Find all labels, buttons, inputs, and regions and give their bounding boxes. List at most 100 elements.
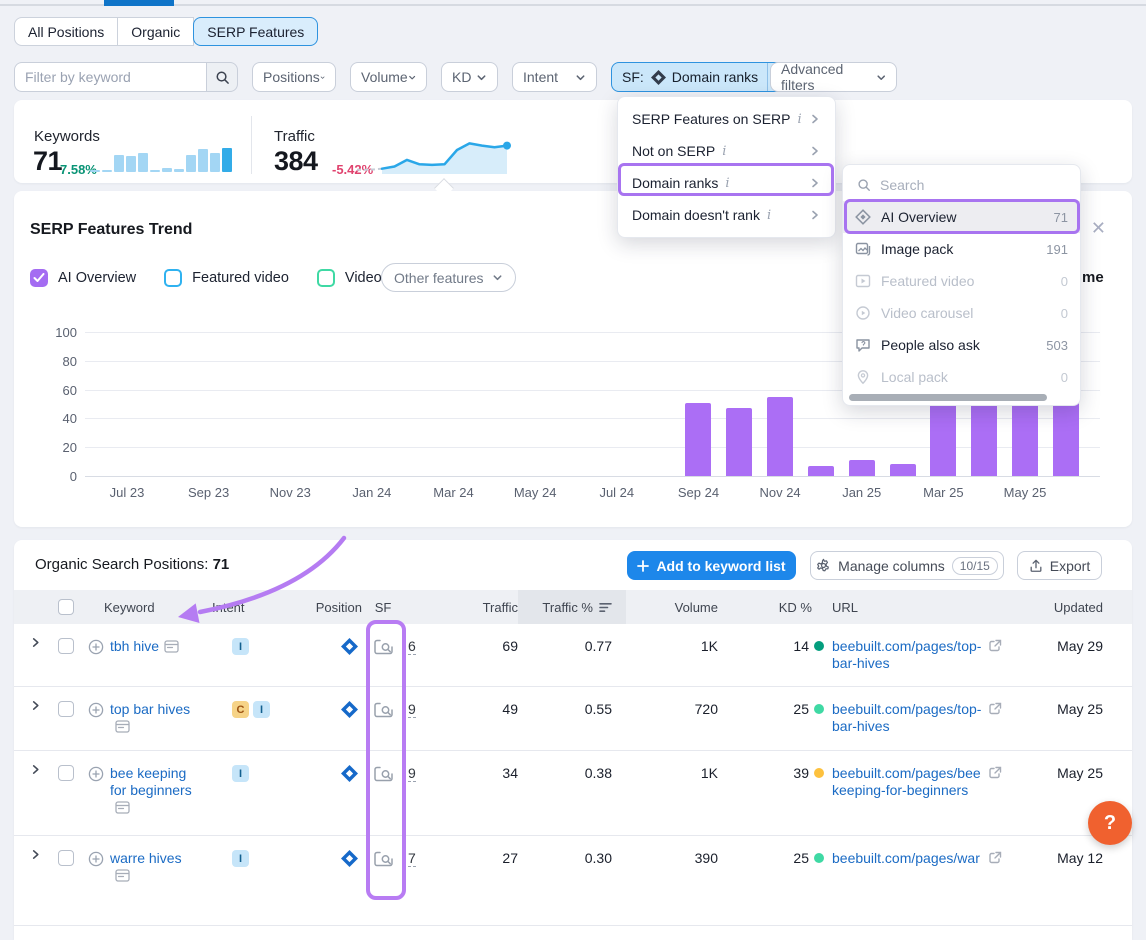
menu-item-domain-ranks[interactable]: Domain ranks i bbox=[618, 167, 835, 199]
external-link-icon bbox=[988, 766, 1002, 780]
position-value[interactable]: 9 bbox=[408, 765, 416, 782]
search-button[interactable] bbox=[206, 62, 238, 92]
keyword-link[interactable]: bee keeping for beginners bbox=[110, 765, 194, 818]
checkbox-featured-video[interactable] bbox=[164, 269, 182, 287]
row-checkbox[interactable] bbox=[58, 701, 74, 717]
other-features-dropdown[interactable]: Other features bbox=[381, 263, 516, 292]
position-value[interactable]: 9 bbox=[408, 701, 416, 718]
help-button[interactable]: ? bbox=[1088, 801, 1132, 845]
add-keyword-to-list-button[interactable] bbox=[88, 766, 104, 818]
checkbox-ai-overview[interactable] bbox=[30, 269, 48, 287]
add-keyword-to-list-button[interactable] bbox=[88, 639, 104, 658]
positions-filter-dropdown[interactable]: Positions bbox=[252, 62, 336, 92]
serp-snapshot-button[interactable] bbox=[362, 687, 404, 719]
kd-difficulty-dot bbox=[814, 641, 824, 651]
x-axis-tick: Jul 23 bbox=[92, 485, 162, 500]
tab-serp-features[interactable]: SERP Features bbox=[193, 17, 318, 46]
column-header-url[interactable]: URL bbox=[832, 590, 1022, 624]
url-link[interactable]: beebuilt.com/pages/top-bar-hives bbox=[832, 638, 981, 671]
export-button[interactable]: Export bbox=[1017, 551, 1102, 580]
intent-badge-i: I bbox=[232, 638, 249, 655]
url-link[interactable]: beebuilt.com/pages/war bbox=[832, 850, 980, 866]
trend-bar-jun-25 bbox=[1053, 400, 1079, 476]
open-url-button[interactable] bbox=[988, 851, 1002, 868]
intent-cell: I bbox=[212, 624, 282, 655]
intent-filter-dropdown[interactable]: Intent bbox=[512, 62, 597, 92]
checkbox-label: Featured video bbox=[192, 270, 289, 286]
advanced-filters-dropdown[interactable]: Advanced filters bbox=[770, 62, 897, 92]
y-axis-tick: 0 bbox=[37, 469, 77, 484]
column-header-intent[interactable]: Intent bbox=[212, 590, 282, 624]
row-checkbox[interactable] bbox=[58, 765, 74, 781]
sparkline-bar bbox=[222, 148, 232, 172]
column-header-traffic[interactable]: Traffic bbox=[432, 590, 518, 624]
submenu-item-ai-overview[interactable]: AI Overview71 bbox=[843, 201, 1080, 233]
row-checkbox[interactable] bbox=[58, 638, 74, 654]
keyword-link[interactable]: warre hives bbox=[110, 850, 194, 886]
kd-value: 14 bbox=[793, 638, 809, 654]
checkbox-video-carousel[interactable] bbox=[317, 269, 335, 287]
menu-item-domain-doesn-t-rank[interactable]: Domain doesn't rank i bbox=[618, 199, 835, 231]
clipped-text-fragment: me bbox=[1082, 269, 1104, 286]
submenu-search[interactable]: Search bbox=[843, 169, 1080, 201]
manage-columns-button[interactable]: Manage columns 10/15 bbox=[810, 551, 1004, 580]
table-row-warre-hives: warre hives I 7 27 0.30 390 25 beebuilt.… bbox=[14, 836, 1132, 926]
expand-row-button[interactable] bbox=[30, 687, 58, 711]
row-expand-icon bbox=[30, 764, 41, 775]
column-header-kd[interactable]: KD % bbox=[718, 590, 832, 624]
row-expand-icon bbox=[30, 637, 41, 648]
external-link-icon bbox=[988, 851, 1002, 865]
kd-filter-dropdown[interactable]: KD bbox=[441, 62, 498, 92]
submenu-item-people-also-ask[interactable]: People also ask503 bbox=[843, 329, 1080, 361]
tab-organic[interactable]: Organic bbox=[117, 17, 194, 46]
traffic-value: 49 bbox=[432, 687, 518, 717]
row-checkbox[interactable] bbox=[58, 850, 74, 866]
select-all-checkbox[interactable] bbox=[58, 599, 74, 615]
close-icon[interactable]: ✕ bbox=[1091, 219, 1106, 237]
add-keyword-to-list-button[interactable] bbox=[88, 702, 104, 737]
table-header-row: KeywordIntentPositionSF TrafficTraffic %V… bbox=[14, 590, 1132, 624]
trend-bar-dec-24 bbox=[808, 466, 834, 476]
menu-item-not-on-serp[interactable]: Not on SERP i bbox=[618, 135, 835, 167]
sparkline-bar bbox=[114, 155, 124, 172]
featured-video-icon bbox=[855, 273, 871, 289]
ai-overview-icon bbox=[341, 638, 358, 655]
column-header-keyword[interactable]: Keyword bbox=[88, 590, 212, 624]
column-header-volume[interactable]: Volume bbox=[626, 590, 718, 624]
keyword-link[interactable]: top bar hives bbox=[110, 701, 194, 737]
expand-row-button[interactable] bbox=[30, 751, 58, 775]
serp-snapshot-button[interactable] bbox=[362, 624, 404, 656]
volume-filter-dropdown[interactable]: Volume bbox=[350, 62, 427, 92]
kd-cell: 25 bbox=[718, 836, 832, 866]
submenu-item-image-pack[interactable]: Image pack191 bbox=[843, 233, 1080, 265]
intent-badge-i: I bbox=[232, 850, 249, 867]
expand-row-button[interactable] bbox=[30, 836, 58, 860]
serp-snapshot-button[interactable] bbox=[362, 836, 404, 868]
menu-item-serp-features-on-serp[interactable]: SERP Features on SERP i bbox=[618, 103, 835, 135]
add-to-keyword-list-button[interactable]: Add to keyword list bbox=[627, 551, 796, 580]
horizontal-scrollbar[interactable] bbox=[849, 394, 1047, 401]
x-axis-tick: Jan 24 bbox=[337, 485, 407, 500]
column-header-traffic[interactable]: Traffic % bbox=[518, 590, 626, 624]
updated-value: May 25 bbox=[1022, 751, 1112, 781]
gear-icon bbox=[816, 558, 831, 573]
column-header-updated[interactable]: Updated bbox=[1022, 590, 1112, 624]
open-url-button[interactable] bbox=[988, 766, 1002, 783]
kd-value: 25 bbox=[793, 701, 809, 717]
keyword-link[interactable]: tbh hive bbox=[110, 638, 179, 658]
column-header-sf[interactable]: SF bbox=[362, 590, 404, 624]
url-link[interactable]: beebuilt.com/pages/beekeeping-for-beginn… bbox=[832, 765, 981, 798]
serp-card-icon bbox=[115, 801, 130, 814]
open-url-button[interactable] bbox=[988, 702, 1002, 719]
keyword-filter-input[interactable] bbox=[14, 62, 206, 92]
tab-all-positions[interactable]: All Positions bbox=[14, 17, 118, 46]
position-value[interactable]: 6 bbox=[408, 638, 416, 655]
serp-snapshot-icon bbox=[373, 701, 394, 719]
expand-row-button[interactable] bbox=[30, 624, 58, 648]
position-value[interactable]: 7 bbox=[408, 850, 416, 867]
url-link[interactable]: beebuilt.com/pages/top-bar-hives bbox=[832, 701, 981, 734]
serp-snapshot-button[interactable] bbox=[362, 751, 404, 783]
column-header-position[interactable]: Position bbox=[282, 590, 362, 624]
y-axis-tick: 40 bbox=[37, 411, 77, 426]
open-url-button[interactable] bbox=[988, 639, 1002, 656]
